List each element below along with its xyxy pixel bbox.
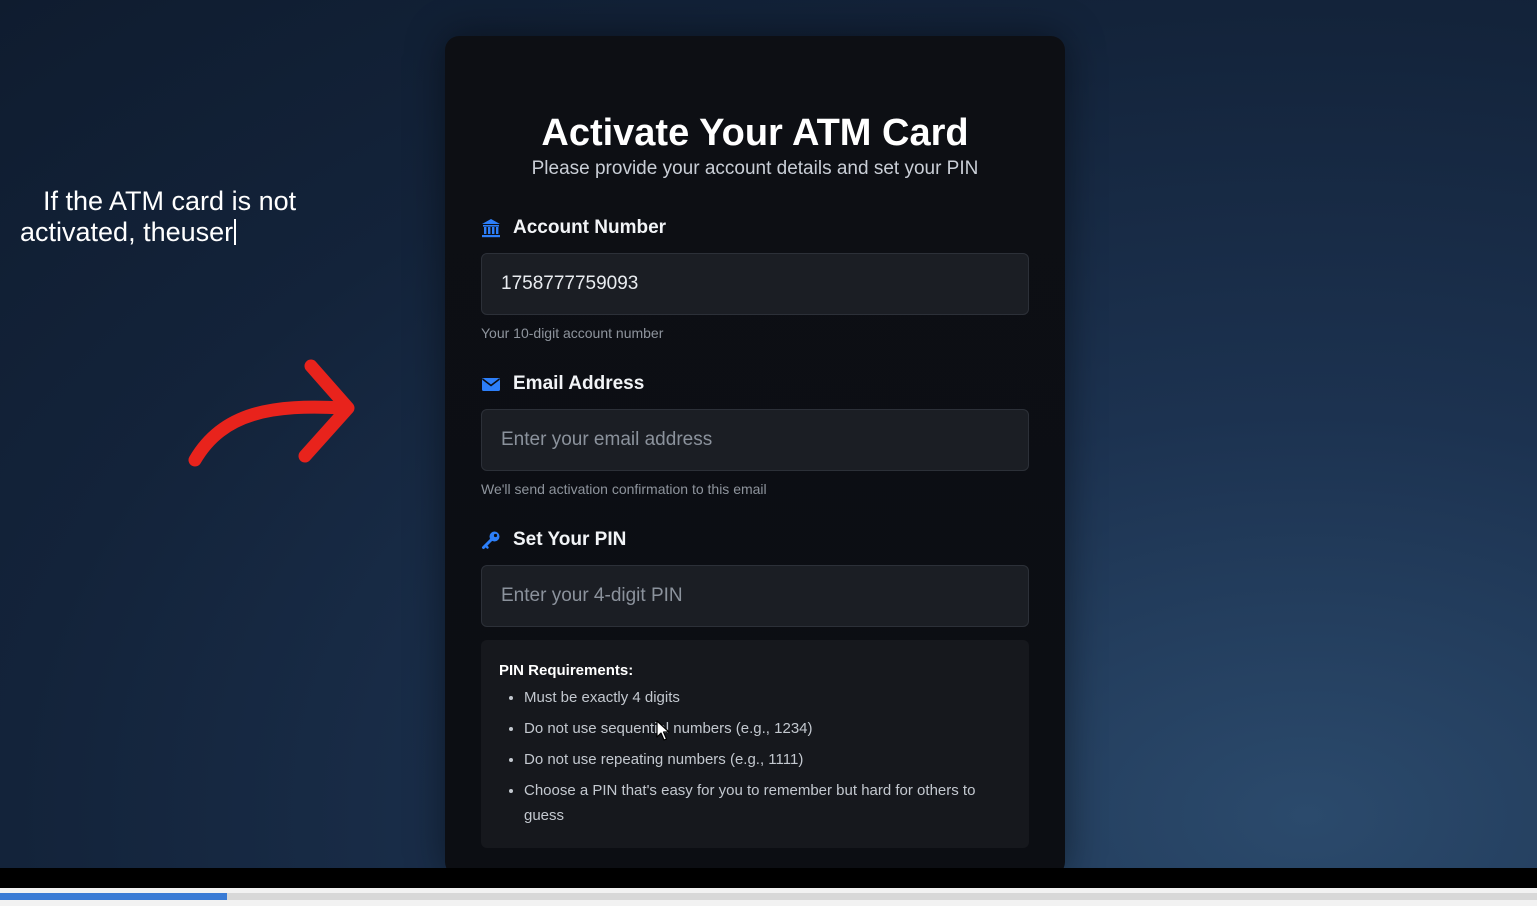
text-caret [234,219,237,245]
page-subtitle: Please provide your account details and … [531,158,979,179]
pin-requirements-list: Must be exactly 4 digits Do not use sequ… [499,685,1011,828]
curved-arrow-right-icon [188,359,355,467]
email-label-text: Email Address [513,373,645,394]
pin-label-text: Set Your PIN [513,529,627,550]
caption-line-1: If the ATM card is not [43,186,297,216]
account-number-label: Account Number [481,217,666,239]
mouse-cursor-icon [656,720,670,741]
email-field[interactable] [481,409,1029,471]
list-item: Do not use sequential numbers (e.g., 123… [524,716,1011,741]
bank-icon [481,218,501,238]
envelope-icon [481,374,501,394]
email-hint: We'll send activation confirmation to th… [481,481,767,497]
video-progress-fill[interactable] [0,893,228,900]
pin-requirements-box: PIN Requirements: Must be exactly 4 digi… [481,640,1029,848]
account-number-hint: Your 10-digit account number [481,325,664,341]
list-item: Do not use repeating numbers (e.g., 1111… [524,747,1011,772]
email-label: Email Address [481,373,644,395]
caption-overlay: If the ATM card is not activated, theuser [20,155,296,248]
key-icon [481,530,501,550]
video-progress-rail[interactable] [0,893,1537,900]
pin-input[interactable] [481,565,1029,627]
activation-card: Activate Your ATM Card Please provide yo… [445,36,1065,876]
list-item: Must be exactly 4 digits [524,685,1011,710]
page-title: Activate Your ATM Card [541,112,969,154]
pin-label: Set Your PIN [481,529,626,551]
account-number-label-text: Account Number [513,217,667,238]
video-frame: If the ATM card is not activated, theuser… [0,0,1537,906]
caption-line-2: activated, theuser [20,217,234,247]
account-number-input[interactable] [481,253,1029,315]
pin-requirements-title: PIN Requirements: [499,662,634,679]
player-bottom-bar [0,868,1537,888]
list-item: Choose a PIN that's easy for you to reme… [524,778,1011,828]
